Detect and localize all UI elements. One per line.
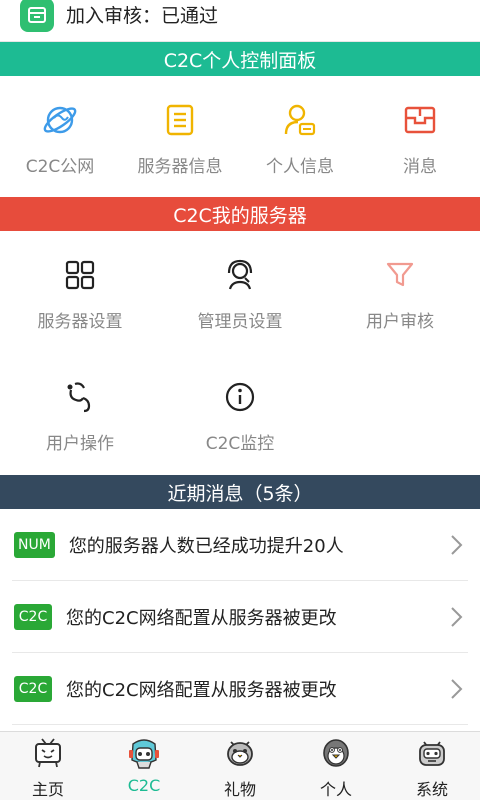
control-panel-header: C2C个人控制面板	[0, 42, 480, 76]
status-bar: 加入审核：已通过	[0, 0, 480, 42]
chevron-right-icon	[451, 607, 463, 627]
server-item-admin[interactable]: 管理员设置	[190, 255, 290, 332]
join-status-text: 加入审核：已通过	[66, 5, 219, 27]
server-item-user-operation[interactable]: 用户操作	[30, 377, 130, 454]
server-item-label: 用户操作	[46, 434, 114, 454]
tab-label: 个人	[319, 780, 352, 799]
message-text: 您的C2C网络配置从服务器被更改	[66, 608, 337, 629]
tab-gift[interactable]: 礼物	[192, 732, 288, 800]
list-item[interactable]: C2C 您的C2C网络配置从服务器被更改	[0, 653, 480, 725]
tab-label: 礼物	[223, 780, 256, 799]
tab-system[interactable]: 系统	[384, 732, 480, 800]
tab-personal[interactable]: 个人	[288, 732, 384, 800]
control-item-label: 服务器信息	[137, 157, 223, 177]
tab-label: 主页	[31, 780, 64, 799]
store-icon[interactable]	[20, 0, 54, 32]
my-servers-header: C2C我的服务器	[0, 197, 480, 231]
control-item-messages[interactable]: 消息	[380, 100, 460, 177]
control-item-label: 消息	[403, 157, 437, 177]
stethoscope-icon	[60, 377, 100, 417]
headset-icon	[220, 255, 260, 295]
server-item-label: 服务器设置	[37, 312, 123, 332]
tv-mascot-icon	[35, 738, 61, 768]
message-badge: C2C	[14, 604, 52, 630]
server-item-label: C2C监控	[205, 434, 275, 454]
list-item[interactable]: NUM 您的服务器人数已经成功提升20人	[0, 509, 480, 581]
info-icon	[220, 377, 260, 417]
server-item-monitor[interactable]: C2C监控	[190, 377, 290, 454]
chevron-right-icon	[451, 535, 463, 555]
penguin-mascot-icon	[323, 739, 349, 767]
tab-label: C2C	[127, 776, 161, 795]
server-item-user-review[interactable]: 用户审核	[350, 255, 450, 332]
tab-c2c[interactable]: C2C	[96, 732, 192, 800]
message-badge: C2C	[14, 676, 52, 702]
grid-icon	[60, 255, 100, 295]
my-servers-panel: 服务器设置 管理员设置 用户审核 用户操作 C2C监控	[0, 231, 480, 475]
server-item-settings[interactable]: 服务器设置	[30, 255, 130, 332]
message-text: 您的C2C网络配置从服务器被更改	[66, 680, 337, 701]
control-item-server-info[interactable]: 服务器信息	[130, 100, 230, 177]
bottom-tab-bar: 主页 C2C 礼物 个人 系统	[0, 731, 480, 800]
message-text: 您的服务器人数已经成功提升20人	[68, 536, 344, 557]
server-item-label: 用户审核	[366, 312, 434, 332]
inbox-icon	[400, 100, 440, 140]
user-card-icon	[280, 100, 320, 140]
tab-label: 系统	[415, 780, 448, 799]
document-icon	[160, 100, 200, 140]
globe-icon	[40, 100, 80, 140]
control-item-public-net[interactable]: C2C公网	[20, 100, 100, 177]
control-item-label: 个人信息	[266, 157, 334, 177]
message-badge: NUM	[14, 532, 55, 558]
bird-mascot-icon	[227, 741, 253, 766]
control-item-personal-info[interactable]: 个人信息	[260, 100, 340, 177]
tab-home[interactable]: 主页	[0, 732, 96, 800]
server-item-label: 管理员设置	[197, 312, 283, 332]
miku-mascot-icon	[129, 739, 159, 769]
control-panel: C2C公网 服务器信息 个人信息 消息	[0, 76, 480, 197]
message-list: NUM 您的服务器人数已经成功提升20人 C2C 您的C2C网络配置从服务器被更…	[0, 509, 480, 731]
recent-messages-header: 近期消息（5条）	[0, 475, 480, 509]
control-item-label: C2C公网	[25, 157, 95, 177]
chevron-right-icon	[451, 679, 463, 699]
list-item[interactable]: C2C 您的C2C网络配置从服务器被更改	[0, 581, 480, 653]
robot-mascot-icon	[419, 741, 445, 766]
filter-icon	[380, 255, 420, 295]
